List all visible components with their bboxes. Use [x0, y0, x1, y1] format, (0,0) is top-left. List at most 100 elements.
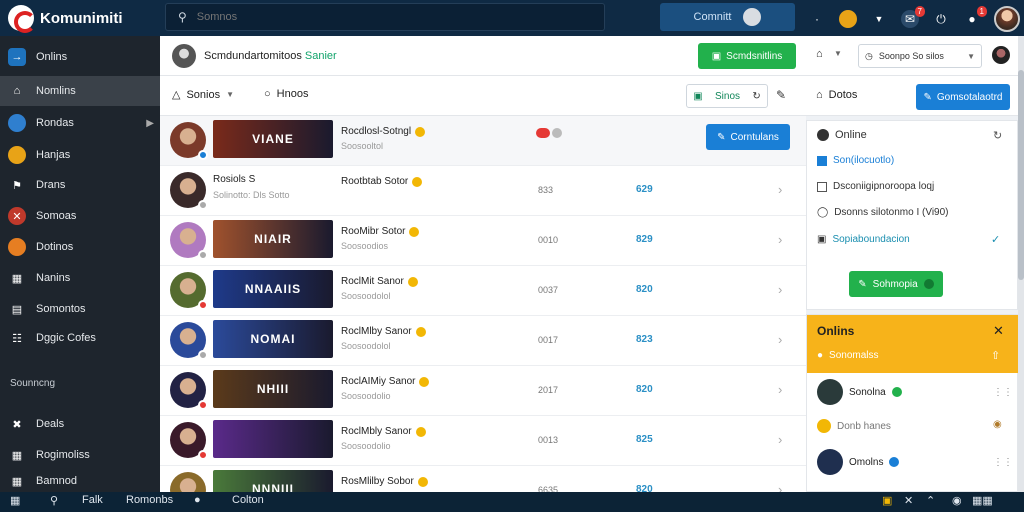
member-count: 2017	[538, 385, 559, 395]
right-action-button[interactable]: ✎ Gomsotalaotrd	[916, 84, 1010, 110]
user-avatar[interactable]	[994, 6, 1020, 32]
more-icon[interactable]: ⋮⋮	[993, 457, 1013, 468]
close-icon[interactable]: ✕	[904, 494, 913, 507]
online-row: Online	[817, 129, 867, 141]
chevron-up-icon[interactable]: ⌃	[926, 494, 935, 507]
online-user[interactable]: Sonolna	[817, 379, 902, 405]
main-panel: Scmdundartomitoos Sanier ▣ Scmdsnitlins …	[160, 36, 806, 510]
dot-icon[interactable]: ·	[808, 10, 826, 28]
sidebar-item-rogimoliss[interactable]: ▦ Rogimoliss	[0, 440, 160, 470]
info-icon: ●	[817, 350, 824, 361]
bottom-item-falk[interactable]: Falk	[82, 494, 103, 506]
online-user[interactable]: Donb hanes	[817, 419, 891, 433]
grid-icon: ▦	[11, 272, 23, 285]
chevron-right-icon[interactable]: ›	[778, 432, 782, 447]
edit-icon[interactable]: ✎	[776, 88, 786, 102]
power-icon[interactable]: ⏻	[932, 10, 950, 28]
sidebar-item-dotinos[interactable]: Dotinos	[0, 232, 160, 262]
table-row[interactable]: NIAIR RooMibr Sotor Soosoodios 0010 829 ›	[160, 216, 806, 266]
sidebar-item-rondas[interactable]: Rondas ▶	[0, 108, 160, 138]
create-button[interactable]: ▣ Scmdsnitlins	[698, 43, 796, 69]
tab-hnoos[interactable]: ○ Hnoos	[264, 88, 308, 100]
online-user[interactable]: Omolns	[817, 449, 900, 475]
user-icon	[817, 129, 829, 141]
chevron-right-icon[interactable]: ›	[778, 382, 782, 397]
more-icon[interactable]: ⋮⋮	[993, 387, 1013, 398]
online-count: 820	[636, 284, 653, 295]
sidebar-item-nomlins[interactable]: ⌂ Nomlins	[0, 76, 160, 106]
verified-icon	[419, 376, 430, 387]
search-input[interactable]	[196, 11, 577, 23]
table-row[interactable]: NOMAI RoclMlby Sanor Soosoodolol 0017 823 ›	[160, 316, 806, 366]
bottom-item-colton[interactable]: Colton	[232, 494, 264, 506]
folder-icon[interactable]: ▣	[882, 494, 892, 507]
card-link-4[interactable]: ▣ Sopiaboundacion	[817, 234, 910, 245]
row-name: RoclMbly Sanor	[341, 426, 426, 437]
online-count: 820	[636, 384, 653, 395]
scroll-thumb[interactable]	[1018, 70, 1024, 280]
stream-button[interactable]: ▣ Sinos ↻	[686, 84, 768, 108]
member-count: 0010	[538, 235, 559, 245]
notifications-icon[interactable]: ● 1	[963, 6, 987, 28]
online-panel-sub: ● Sonomalss	[817, 350, 879, 361]
table-row[interactable]: RoclMbly Sanor Soosoodolio 0013 825 ›	[160, 416, 806, 466]
eye-icon	[923, 279, 934, 289]
export-icon[interactable]: ⇧	[991, 349, 1000, 362]
card-link-1[interactable]: Son(ilocuotlo)	[817, 155, 894, 166]
avatar	[170, 172, 208, 210]
chevron-down-icon[interactable]: ▼	[834, 49, 842, 58]
join-button[interactable]: ✎ Corntulans	[706, 124, 790, 150]
refresh-icon[interactable]: ↻	[993, 129, 1002, 142]
grid-icon: ▦	[11, 449, 23, 462]
chevron-right-icon[interactable]: ›	[778, 182, 782, 197]
sidebar-item-drans[interactable]: ⚑ Drans	[0, 170, 160, 200]
stack-icon: ☷	[12, 332, 22, 345]
online-button[interactable]: ✎ Sohmopia	[849, 271, 943, 297]
sidebar-item-somoas[interactable]: ✕ Somoas	[0, 201, 160, 231]
grid-icon[interactable]: ▦▦	[972, 494, 993, 507]
verified-icon	[415, 126, 426, 137]
avatar[interactable]	[992, 46, 1010, 64]
chevron-right-icon[interactable]: ›	[778, 282, 782, 297]
table-row[interactable]: VIANE Rocdlosl-Sotngl Soosooltol ✎ Corntulan…	[160, 116, 806, 166]
box-icon: ▣	[817, 234, 827, 245]
sidebar-item-nanins[interactable]: ▦ Nanins	[0, 263, 160, 293]
sidebar-item-onlins[interactable]: → Onlins	[0, 42, 160, 72]
search-icon[interactable]: ⚲	[50, 494, 58, 507]
avatar	[817, 449, 843, 475]
user-icon[interactable]	[839, 10, 857, 28]
search-bar[interactable]: ⚲	[165, 3, 605, 31]
search-icon: ⚲	[178, 10, 187, 24]
scrollbar[interactable]	[1018, 36, 1024, 492]
group-avatar[interactable]	[172, 44, 196, 68]
verified-icon	[415, 426, 426, 437]
row-sub: Soosoodolol	[341, 341, 391, 351]
filter-dropdown[interactable]: △ Sonios ▼	[172, 88, 234, 102]
apps-icon[interactable]: ▦	[10, 494, 20, 507]
online-panel: Onlins ✕ ● Sonomalss ⇧ Sonolna ⋮⋮ Donb h…	[806, 314, 1019, 492]
connect-button[interactable]: Comnitt	[660, 3, 795, 31]
home-icon[interactable]: ⌂	[816, 48, 823, 60]
tools-icon: ✖	[12, 418, 22, 431]
close-icon[interactable]: ✕	[993, 323, 1004, 339]
sidebar-item-deals[interactable]: ✖ Deals	[0, 409, 160, 439]
table-row[interactable]: Rosiols S Solinotto: Dls Sotto Rootbtab So…	[160, 166, 806, 216]
online-panel-header: Onlins ✕ ● Sonomalss ⇧	[807, 315, 1019, 373]
bottom-item-romonbs[interactable]: Romonbs	[126, 494, 173, 506]
logo[interactable]: Komunimiti	[8, 5, 123, 33]
table-row[interactable]: NNAAIIS RoclMit Sanor Soosoodolol 0037 820 ›	[160, 266, 806, 316]
avatar-icon	[8, 146, 26, 164]
logo-icon	[8, 5, 36, 33]
sidebar-item-bamnod[interactable]: ▦ Bamnod	[0, 470, 160, 492]
sidebar-item-somontos[interactable]: ▤ Somontos	[0, 294, 160, 324]
table-row[interactable]: NHIII RoclAIMiy Sanor Soosoodolio 2017 820 ›	[160, 366, 806, 416]
chevron-right-icon[interactable]: ›	[778, 232, 782, 247]
chevron-down-icon[interactable]: ▼	[870, 10, 888, 28]
plus-icon[interactable]: ●	[194, 494, 201, 506]
sidebar-item-dggic-cofes[interactable]: ☷ Dggic Cofes	[0, 323, 160, 353]
messages-icon[interactable]: ✉ 7	[901, 6, 925, 28]
sidebar-item-hanjas[interactable]: Hanjas	[0, 140, 160, 170]
globe-icon[interactable]: ◉	[952, 494, 962, 507]
sort-select[interactable]: ◷ Soonpo So silos ▼	[858, 44, 982, 68]
chevron-right-icon[interactable]: ›	[778, 332, 782, 347]
